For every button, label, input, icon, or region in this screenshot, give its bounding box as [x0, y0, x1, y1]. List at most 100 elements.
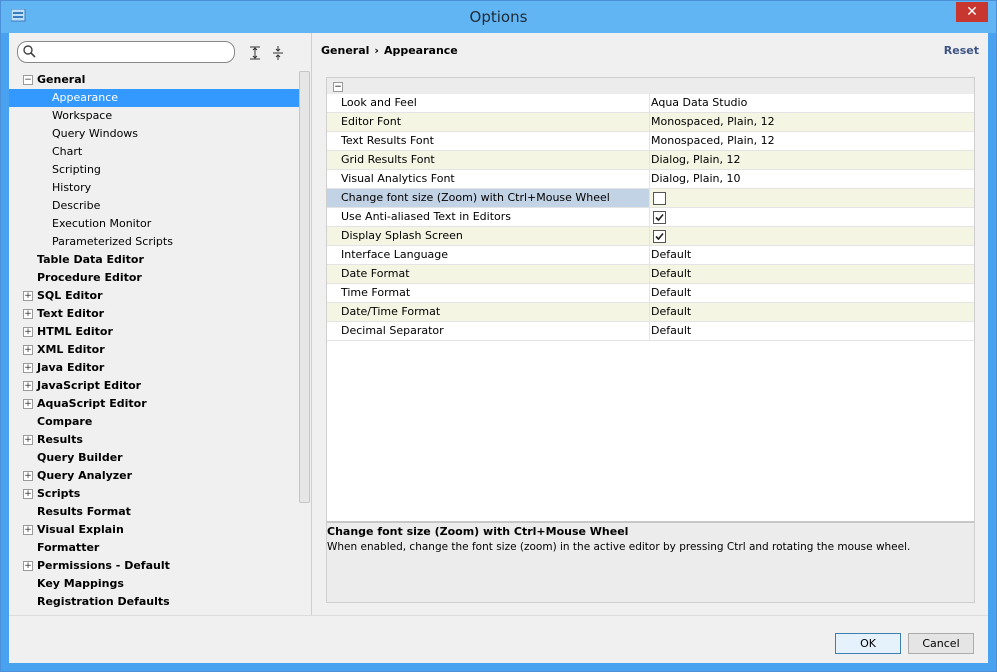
tree-item-history[interactable]: History — [9, 179, 299, 197]
tree-item-results[interactable]: + Results — [9, 431, 299, 449]
tree-item-label: Java Editor — [37, 361, 105, 374]
tree-item-html-editor[interactable]: + HTML Editor — [9, 323, 299, 341]
tree-item-text-editor[interactable]: + Text Editor — [9, 305, 299, 323]
expand-icon[interactable]: + — [23, 309, 33, 319]
tree-item-procedure-editor[interactable]: Procedure Editor — [9, 269, 299, 287]
expand-icon[interactable]: + — [23, 363, 33, 373]
property-row[interactable]: Date Format Default — [327, 265, 974, 284]
tree-item-sql-editor[interactable]: + SQL Editor — [9, 287, 299, 305]
tree-item-registration-defaults[interactable]: Registration Defaults — [9, 593, 299, 611]
properties-collapse-icon[interactable]: − — [333, 82, 343, 92]
tree-item-label: Describe — [52, 199, 101, 212]
expand-icon[interactable]: + — [23, 471, 33, 481]
search-input[interactable] — [40, 44, 224, 59]
tree-item-describe[interactable]: Describe — [9, 197, 299, 215]
tree-item-execution-monitor[interactable]: Execution Monitor — [9, 215, 299, 233]
expand-icon[interactable]: + — [23, 561, 33, 571]
property-row[interactable]: Use Anti-aliased Text in Editors — [327, 208, 974, 227]
search-field[interactable] — [17, 41, 235, 63]
tree-item-appearance[interactable]: Appearance — [9, 89, 299, 107]
options-window: Options ✕ − General Appearance Workspace… — [0, 0, 997, 672]
tree-item-query-windows[interactable]: Query Windows — [9, 125, 299, 143]
property-row[interactable]: Decimal Separator Default — [327, 322, 974, 341]
tree-item-label: Key Mappings — [37, 577, 124, 590]
tree-item-formatter[interactable]: Formatter — [9, 539, 299, 557]
checkmark-icon — [655, 232, 664, 241]
property-value[interactable]: Monospaced, Plain, 12 — [649, 113, 974, 131]
tree-item-label: Registration Defaults — [37, 595, 170, 608]
tree-item-label: History — [52, 181, 92, 194]
tree-item-label: Visual Explain — [37, 523, 124, 536]
property-row[interactable]: Look and Feel Aqua Data Studio — [327, 94, 974, 113]
ok-button[interactable]: OK — [835, 633, 901, 654]
property-description: Change font size (Zoom) with Ctrl+Mouse … — [326, 521, 975, 603]
property-value[interactable]: Default — [649, 246, 974, 264]
property-name: Time Format — [341, 286, 411, 299]
tree-item-parameterized-scripts[interactable]: Parameterized Scripts — [9, 233, 299, 251]
expand-icon[interactable]: + — [23, 381, 33, 391]
property-value[interactable]: Default — [649, 284, 974, 302]
property-value[interactable]: Default — [649, 265, 974, 283]
tree-item-scripts[interactable]: + Scripts — [9, 485, 299, 503]
expand-icon[interactable]: + — [23, 489, 33, 499]
tree-item-label: General — [37, 73, 86, 86]
expand-icon[interactable]: + — [23, 345, 33, 355]
tree-item-query-analyzer[interactable]: + Query Analyzer — [9, 467, 299, 485]
expand-icon[interactable]: + — [23, 291, 33, 301]
property-row[interactable]: Visual Analytics Font Dialog, Plain, 10 — [327, 170, 974, 189]
property-value[interactable]: Dialog, Plain, 12 — [649, 151, 974, 169]
tree-item-query-builder[interactable]: Query Builder — [9, 449, 299, 467]
property-row[interactable]: Grid Results Font Dialog, Plain, 12 — [327, 151, 974, 170]
expand-icon[interactable]: + — [23, 399, 33, 409]
tree-item-chart[interactable]: Chart — [9, 143, 299, 161]
property-value[interactable]: Dialog, Plain, 10 — [649, 170, 974, 188]
property-row[interactable]: Time Format Default — [327, 284, 974, 303]
property-name: Date/Time Format — [341, 305, 441, 318]
tree-item-general[interactable]: − General — [9, 71, 299, 89]
collapse-all-icon[interactable] — [270, 45, 286, 61]
property-row[interactable]: Display Splash Screen — [327, 227, 974, 246]
cancel-button[interactable]: Cancel — [908, 633, 974, 654]
tree-item-visual-explain[interactable]: + Visual Explain — [9, 521, 299, 539]
tree-item-xml-editor[interactable]: + XML Editor — [9, 341, 299, 359]
tree-item-label: Workspace — [52, 109, 113, 122]
property-row[interactable]: Change font size (Zoom) with Ctrl+Mouse … — [327, 189, 974, 208]
tree-item-key-mappings[interactable]: Key Mappings — [9, 575, 299, 593]
tree-item-workspace[interactable]: Workspace — [9, 107, 299, 125]
property-value[interactable]: Monospaced, Plain, 12 — [649, 132, 974, 150]
collapse-icon[interactable]: − — [23, 75, 33, 85]
expand-icon[interactable]: + — [23, 327, 33, 337]
tree-item-javascript-editor[interactable]: + JavaScript Editor — [9, 377, 299, 395]
tree-item-compare[interactable]: Compare — [9, 413, 299, 431]
property-value[interactable]: Default — [649, 303, 974, 321]
pane-splitter[interactable] — [311, 33, 312, 615]
checkbox-checked[interactable] — [653, 230, 666, 243]
checkbox-unchecked[interactable] — [653, 192, 666, 205]
property-row[interactable]: Editor Font Monospaced, Plain, 12 — [327, 113, 974, 132]
checkbox-checked[interactable] — [653, 211, 666, 224]
tree-item-table-data-editor[interactable]: Table Data Editor — [9, 251, 299, 269]
close-icon[interactable]: ✕ — [956, 2, 988, 22]
tree-item-permissions-default[interactable]: + Permissions - Default — [9, 557, 299, 575]
expand-icon[interactable]: + — [23, 525, 33, 535]
property-row[interactable]: Interface Language Default — [327, 246, 974, 265]
property-value[interactable]: Default — [649, 322, 974, 340]
property-value[interactable]: Aqua Data Studio — [649, 94, 974, 112]
tree-item-scripting[interactable]: Scripting — [9, 161, 299, 179]
breadcrumb-separator: › — [374, 44, 379, 57]
tree-scrollbar[interactable] — [299, 71, 310, 503]
reset-link[interactable]: Reset — [944, 44, 979, 57]
property-name: Look and Feel — [341, 96, 417, 109]
breadcrumb-current: Appearance — [383, 44, 458, 57]
breadcrumb: General › Appearance — [321, 44, 458, 57]
tree-item-results-format[interactable]: Results Format — [9, 503, 299, 521]
description-text: When enabled, change the font size (zoom… — [327, 541, 911, 553]
property-row[interactable]: Date/Time Format Default — [327, 303, 974, 322]
tree-item-java-editor[interactable]: + Java Editor — [9, 359, 299, 377]
title-bar[interactable]: Options ✕ — [1, 1, 996, 33]
expand-all-icon[interactable] — [247, 45, 263, 61]
expand-icon[interactable]: + — [23, 435, 33, 445]
property-row[interactable]: Text Results Font Monospaced, Plain, 12 — [327, 132, 974, 151]
property-name: Grid Results Font — [341, 153, 435, 166]
tree-item-aquascript-editor[interactable]: + AquaScript Editor — [9, 395, 299, 413]
